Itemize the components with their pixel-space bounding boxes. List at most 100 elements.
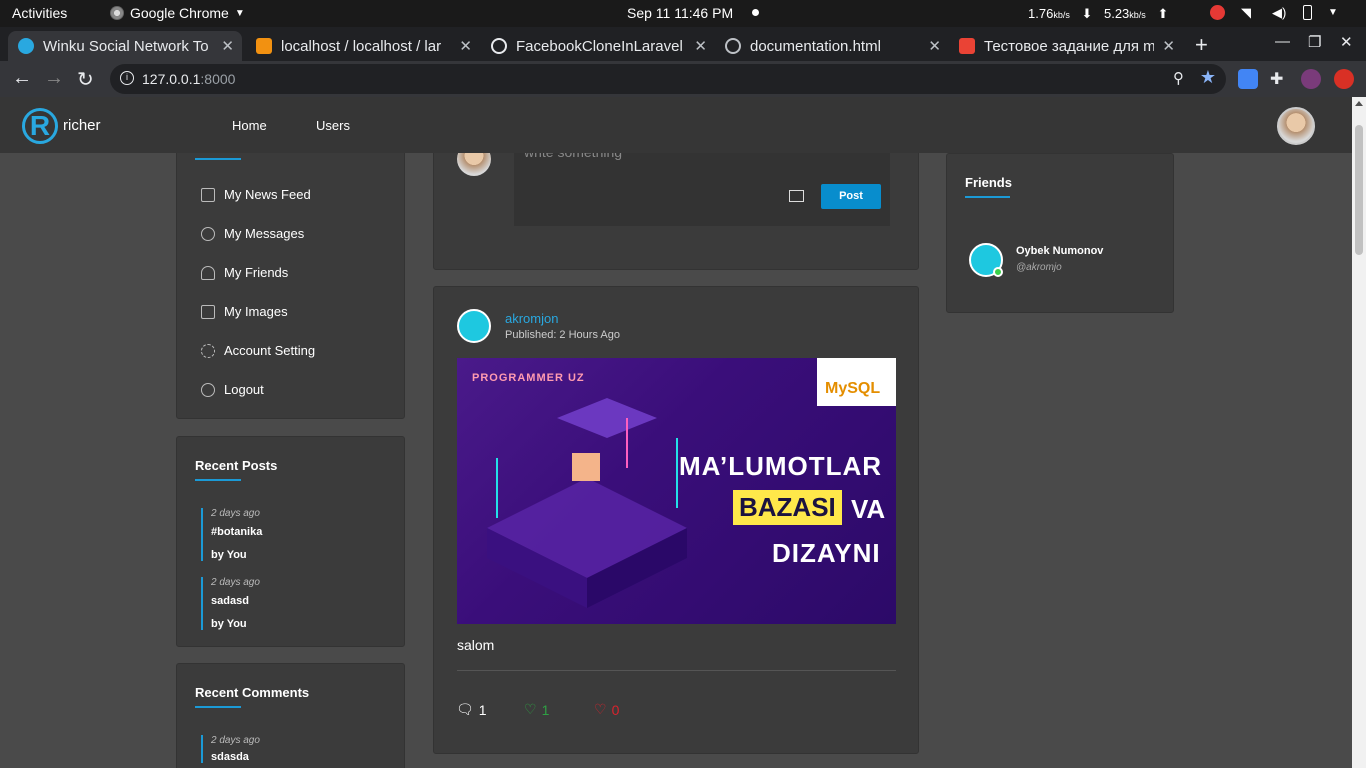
scrollbar-thumb[interactable] [1355, 125, 1363, 255]
scroll-up-icon[interactable] [1355, 101, 1363, 106]
recent-comment-item[interactable]: 2 days ago sdasda [201, 735, 260, 763]
mysql-logo-text: MySQL [825, 380, 881, 397]
menu-news-feed[interactable]: My News Feed [201, 187, 311, 202]
like-button[interactable]: ♡ 1 [524, 701, 549, 718]
github-icon [491, 38, 507, 54]
close-icon[interactable]: ✕ [928, 37, 941, 55]
red-app-icon[interactable] [1210, 5, 1225, 20]
volume-icon[interactable]: ◀) [1272, 5, 1287, 20]
post-button[interactable]: Post [821, 184, 881, 209]
new-tab-button[interactable]: + [1195, 32, 1208, 58]
menu-friends[interactable]: My Friends [201, 265, 288, 280]
dislike-button[interactable]: ♡ 0 [594, 701, 619, 718]
like-count-value: 1 [541, 701, 550, 718]
close-icon[interactable]: ✕ [221, 37, 234, 55]
menu-label: Logout [224, 382, 264, 397]
zoom-icon[interactable]: ⚲ [1173, 69, 1184, 87]
clock[interactable]: Sep 11 11:46 PM [627, 5, 733, 21]
menu-label: My News Feed [224, 187, 311, 202]
brand-name[interactable]: richer [63, 117, 101, 134]
menu-images[interactable]: My Images [201, 304, 288, 319]
nav-home[interactable]: Home [232, 118, 267, 133]
menu-logout[interactable]: Logout [201, 382, 264, 397]
tab-phpmyadmin[interactable]: localhost / localhost / lar ✕ [246, 31, 480, 61]
activities-button[interactable]: Activities [12, 5, 67, 21]
winku-icon [18, 38, 34, 54]
power-icon [201, 382, 215, 397]
recent-post-item[interactable]: 2 days ago #botanika by You [201, 508, 262, 561]
maximize-button[interactable]: ❐ [1308, 33, 1321, 51]
comment-text[interactable]: sdasda [211, 751, 260, 763]
menu-account-setting[interactable]: Account Setting [201, 343, 315, 358]
friend-item[interactable]: Oybek Numonov @akromjo [969, 243, 1159, 279]
post-published-time: Published: 2 Hours Ago [505, 329, 620, 341]
post-text: salom [457, 637, 495, 653]
app-menu[interactable]: Google Chrome ▼ [110, 5, 245, 21]
post-image[interactable]: PROGRAMMER UZ MySQL MA’LUMOTLAR BAZASI V… [457, 358, 896, 624]
battery-icon[interactable] [1303, 5, 1312, 20]
url-text[interactable]: 127.0.0.1:8000 [142, 71, 235, 87]
minimize-button[interactable]: — [1275, 33, 1290, 50]
bookmark-star-icon[interactable]: ★ [1200, 67, 1216, 88]
tab-winku[interactable]: Winku Social Network To ✕ [8, 31, 242, 61]
nav-users[interactable]: Users [316, 118, 350, 133]
image-line-1: MA’LUMOTLAR [679, 451, 883, 481]
address-bar[interactable]: i 127.0.0.1:8000 ⚲ ★ [110, 64, 1226, 94]
tab-gmail[interactable]: Тестовое задание для m ✕ [949, 31, 1183, 61]
image-line-2-highlight: BAZASI [733, 490, 842, 525]
friends-widget: Friends Oybek Numonov @akromjo [946, 153, 1174, 313]
post-time: 2 days ago [211, 577, 260, 588]
online-status-dot [993, 267, 1003, 277]
close-icon[interactable]: ✕ [459, 37, 472, 55]
arrow-down-icon: ⬇ [1081, 6, 1093, 21]
chevron-down-icon[interactable]: ▼ [1328, 7, 1338, 18]
network-speed: 1.76kb/s ⬇ 5.23kb/s ⬆ [1028, 6, 1168, 22]
forward-button[interactable]: → [44, 67, 64, 90]
author-avatar[interactable] [457, 309, 491, 343]
image-upload-icon[interactable] [789, 190, 804, 202]
menu-messages[interactable]: My Messages [201, 226, 304, 241]
tab-documentation[interactable]: documentation.html ✕ [715, 31, 949, 61]
widget-title: Recent Posts [195, 458, 278, 473]
post-author-name[interactable]: akromjon [505, 311, 558, 326]
post-card: akromjon Published: 2 Hours Ago PROGRAMM… [433, 286, 919, 754]
recent-comments-widget: Recent Comments 2 days ago sdasda [176, 663, 405, 768]
close-icon[interactable]: ✕ [1162, 37, 1175, 55]
info-icon[interactable]: i [120, 71, 134, 85]
site-header: R richer Home Users [0, 97, 1352, 153]
back-button[interactable]: ← [12, 67, 32, 90]
translate-extension-icon[interactable] [1238, 69, 1258, 89]
site-logo[interactable]: R [22, 108, 58, 144]
post-title[interactable]: sadasd [211, 595, 260, 607]
wifi-icon[interactable]: ◥ [1241, 5, 1256, 20]
update-icon[interactable] [1334, 69, 1354, 89]
heart-broken-icon: ♡ [594, 701, 607, 717]
notification-dot-icon [752, 9, 759, 16]
tab-title: FacebookCloneInLaravel [516, 37, 683, 55]
dislike-count-value: 0 [611, 701, 620, 718]
user-avatar[interactable] [1277, 107, 1315, 145]
net-up-value: 5.23 [1103, 6, 1130, 21]
title-underline [195, 158, 241, 160]
net-down-unit: kb/s [1053, 10, 1070, 20]
comment-count-value: 1 [478, 701, 487, 718]
reload-button[interactable]: ↻ [77, 67, 94, 92]
post-author: by You [211, 618, 247, 630]
app-name: Google Chrome [130, 5, 229, 21]
friend-name[interactable]: Oybek Numonov [1016, 245, 1103, 257]
page-scrollbar[interactable] [1352, 97, 1366, 768]
post-title[interactable]: #botanika [211, 526, 262, 538]
url-host: 127.0.0.1 [142, 71, 201, 87]
tab-github[interactable]: FacebookCloneInLaravel ✕ [481, 31, 715, 61]
close-window-button[interactable]: ✕ [1340, 33, 1353, 51]
system-tray[interactable]: ◥ ◀) ▼ [1210, 5, 1338, 20]
extensions-puzzle-icon[interactable]: ✚ [1270, 69, 1290, 89]
title-underline [965, 196, 1010, 198]
comment-count[interactable]: 🗨 1 [456, 701, 487, 718]
recent-post-item[interactable]: 2 days ago sadasd by You [201, 577, 260, 630]
profile-avatar[interactable] [1301, 69, 1321, 89]
browser-toolbar: ← → ↻ i 127.0.0.1:8000 ⚲ ★ ✚ [0, 61, 1366, 97]
net-down-value: 1.76 [1028, 6, 1054, 21]
close-icon[interactable]: ✕ [694, 37, 707, 55]
friend-handle: @akromjo [1016, 262, 1062, 273]
